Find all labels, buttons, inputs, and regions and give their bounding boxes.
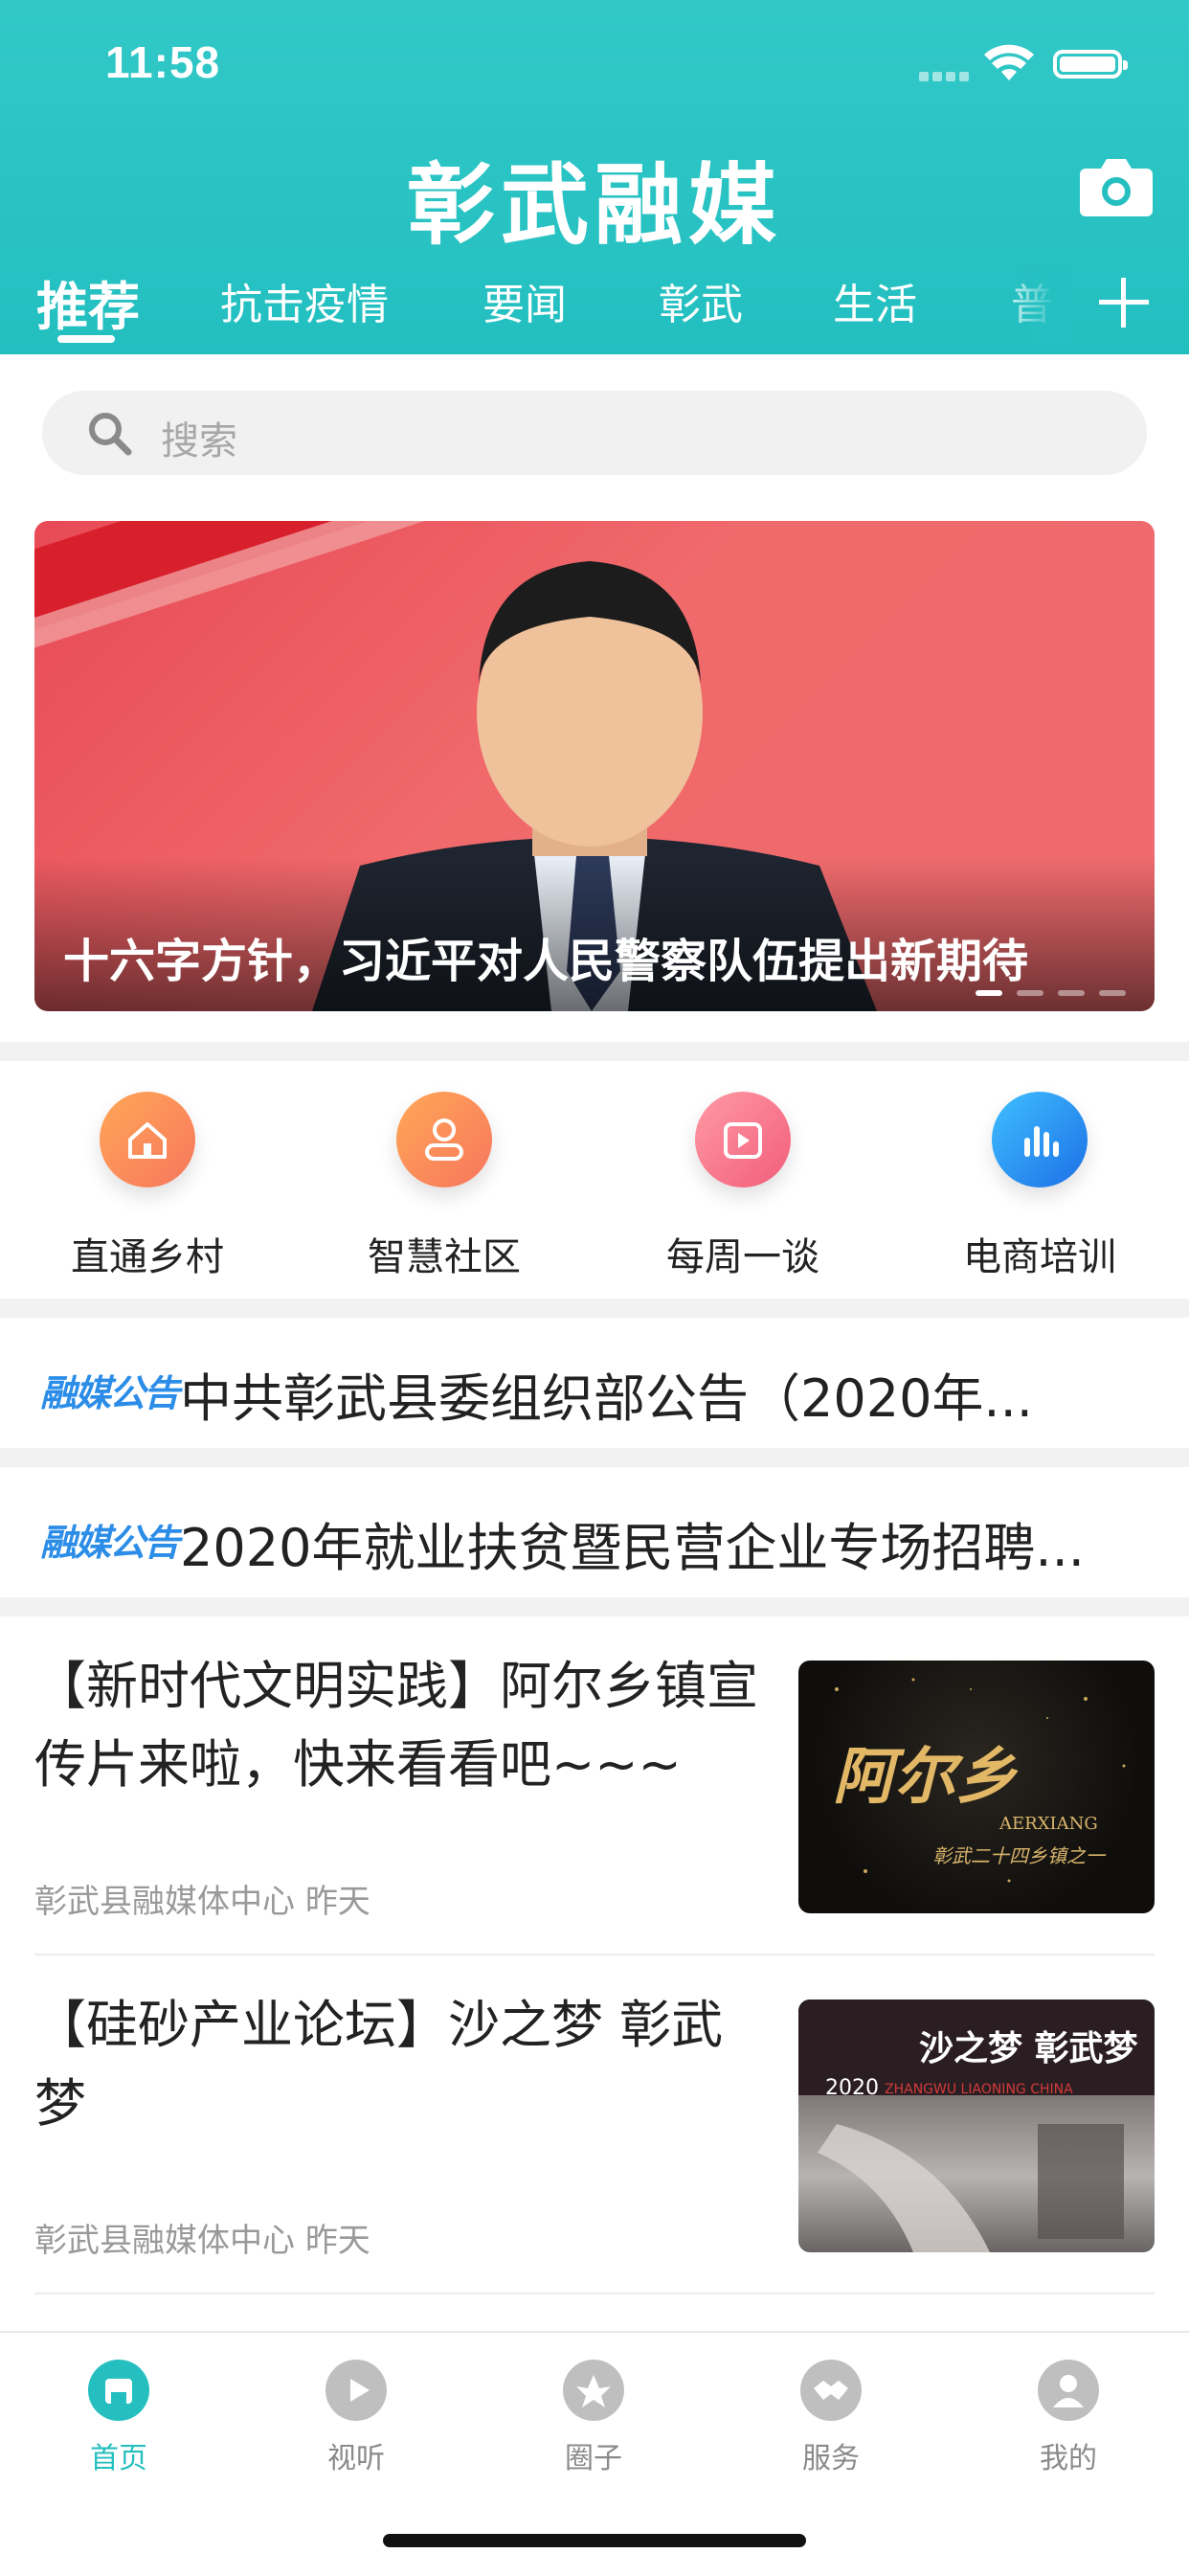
thumb-caption: 彰武二十四乡镇之一 xyxy=(932,1844,1105,1867)
tabbar-service[interactable]: 服务 xyxy=(754,2360,908,2476)
status-time: 11:58 xyxy=(105,37,221,87)
tabbar-label: 圈子 xyxy=(565,2442,622,2475)
play-icon xyxy=(724,1122,762,1159)
tab-zhangwu[interactable]: 彰武 xyxy=(659,270,743,331)
notice-text: 2020年就业扶贫暨民营企业专场招聘... xyxy=(180,1518,1085,1578)
article-source: 彰武县融媒体中心 xyxy=(34,1883,295,1921)
tab-headlines[interactable]: 要闻 xyxy=(482,270,567,331)
profile-tab-icon xyxy=(1038,2360,1099,2421)
quick-entry-label: 每周一谈 xyxy=(666,1235,819,1279)
banner-title: 十六字方针，习近平对人民警察队伍提出新期待 xyxy=(63,935,1029,988)
tabbar-label: 视听 xyxy=(327,2442,385,2475)
tabbar-label: 服务 xyxy=(802,2442,860,2475)
person-icon xyxy=(425,1119,463,1161)
pagination-dot xyxy=(975,990,1002,996)
battery-icon xyxy=(1053,50,1128,79)
article-meta: 彰武县融媒体中心 昨天 xyxy=(34,1875,370,1922)
cellular-signal-icon xyxy=(919,67,976,81)
article-item[interactable]: 【新时代文明实践】阿尔乡镇宣传片来啦，快来看看吧~~~ 彰武县融媒体中心 昨天 … xyxy=(34,1647,1155,1925)
notice-text: 中共彰武县委组织部公告（2020年... xyxy=(180,1368,1033,1429)
news-banner[interactable]: 十六字方针，习近平对人民警察队伍提出新期待 xyxy=(34,521,1155,1011)
thumb-main-text: 阿尔乡 xyxy=(833,1741,1017,1813)
app-title: 彰武融媒 xyxy=(406,153,782,257)
bar-chart-icon xyxy=(1024,1126,1059,1157)
search-icon xyxy=(89,413,132,456)
article-item[interactable]: 【硅砂产业论坛】沙之梦 彰武梦 彰武县融媒体中心 昨天 沙之梦 彰武梦 2020… xyxy=(34,1986,1155,2264)
notice-item[interactable]: 融媒公告 2020年就业扶贫暨民营企业专场招聘... xyxy=(0,1467,1189,1601)
article-thumbnail: 沙之梦 彰武梦 2020 ZHANGWU LIAONING CHINA xyxy=(798,2000,1155,2252)
section-separator xyxy=(0,1299,1189,1318)
article-title: 【硅砂产业论坛】沙之梦 彰武梦 xyxy=(34,1995,724,2134)
thumb-machinery xyxy=(818,2124,1124,2252)
home-tab-icon xyxy=(88,2360,149,2421)
quick-entry-weekly-talk[interactable]: 每周一谈 xyxy=(638,1092,848,1281)
article-source: 彰武县融媒体中心 xyxy=(34,2222,295,2260)
pagination-dot xyxy=(1057,990,1085,996)
quick-entry-label: 直通乡村 xyxy=(71,1235,224,1279)
article-title: 【新时代文明实践】阿尔乡镇宣传片来啦，快来看看吧~~~ xyxy=(34,1656,758,1795)
pagination-dot xyxy=(1016,990,1043,996)
quick-entry-label: 电商培训 xyxy=(963,1235,1116,1279)
add-channel-icon[interactable] xyxy=(1097,276,1151,329)
section-separator xyxy=(0,1597,1189,1616)
tabs-fade-overlay xyxy=(996,268,1072,345)
article-meta: 彰武县融媒体中心 昨天 xyxy=(34,2214,370,2261)
tabbar-profile[interactable]: 我的 xyxy=(992,2360,1145,2476)
banner-pagination xyxy=(966,982,1126,1000)
circle-tab-icon xyxy=(563,2360,624,2421)
tabbar-media[interactable]: 视听 xyxy=(280,2360,433,2476)
pagination-dot xyxy=(1099,990,1126,996)
quick-entry-community[interactable]: 智慧社区 xyxy=(339,1092,550,1281)
notice-tag: 融媒公告 xyxy=(40,1372,180,1414)
search-bar[interactable]: 搜索 xyxy=(42,391,1147,475)
article-thumbnail: 阿尔乡 AERXIANG 彰武二十四乡镇之一 xyxy=(798,1661,1155,1913)
tab-anti-epidemic[interactable]: 抗击疫情 xyxy=(220,270,389,331)
quick-entry-village[interactable]: 直通乡村 xyxy=(42,1092,253,1281)
tab-life[interactable]: 生活 xyxy=(833,270,917,331)
play-tab-icon xyxy=(325,2360,387,2421)
search-placeholder: 搜索 xyxy=(161,419,237,463)
divider xyxy=(34,2293,1155,2294)
tabbar-circle[interactable]: 圈子 xyxy=(517,2360,670,2476)
thumb-sub-text: AERXIANG xyxy=(999,1814,1098,1834)
tabbar-home[interactable]: 首页 xyxy=(42,2360,195,2476)
home-icon xyxy=(128,1122,167,1159)
section-separator xyxy=(0,1448,1189,1467)
section-separator xyxy=(0,1042,1189,1061)
wifi-icon xyxy=(984,44,1034,80)
home-indicator xyxy=(383,2534,806,2547)
article-time: 昨天 xyxy=(304,2222,370,2260)
article-time: 昨天 xyxy=(304,1883,370,1921)
tabbar-label: 首页 xyxy=(90,2442,147,2475)
handshake-tab-icon xyxy=(800,2360,862,2421)
divider xyxy=(34,1954,1155,1955)
active-tab-indicator xyxy=(57,335,115,343)
notice-item[interactable]: 融媒公告 中共彰武县委组织部公告（2020年... xyxy=(0,1318,1189,1452)
camera-icon[interactable] xyxy=(1080,153,1153,216)
notice-tag: 融媒公告 xyxy=(40,1522,180,1564)
tab-recommend[interactable]: 推荐 xyxy=(36,264,140,340)
quick-entry-ecommerce[interactable]: 电商培训 xyxy=(934,1092,1145,1281)
quick-entry-label: 智慧社区 xyxy=(368,1235,521,1279)
tabbar-label: 我的 xyxy=(1040,2442,1097,2475)
